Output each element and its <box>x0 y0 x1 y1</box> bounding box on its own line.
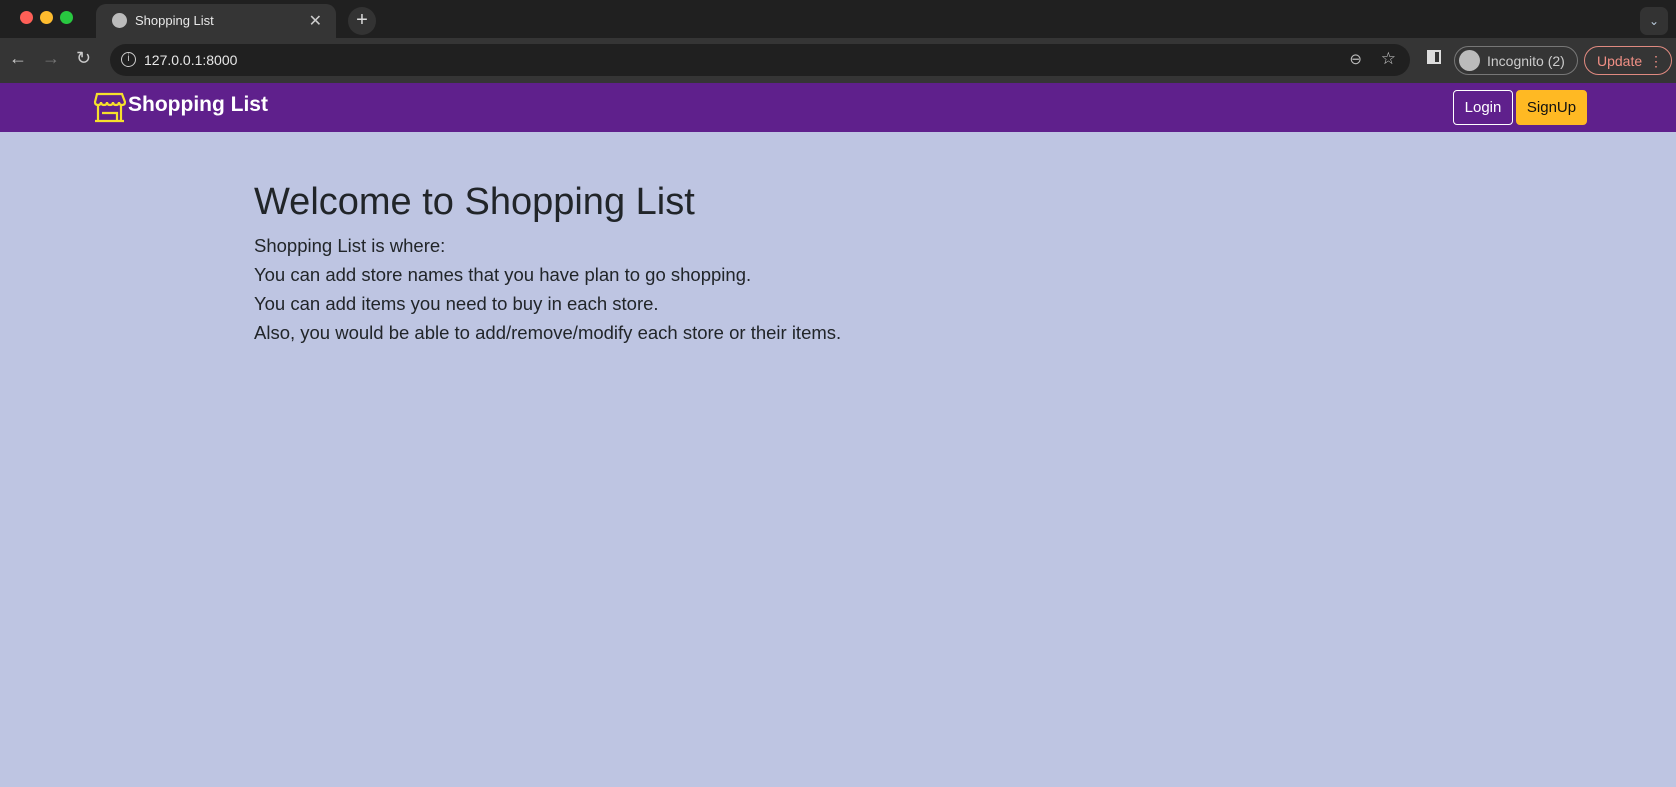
update-label: Update <box>1597 53 1643 69</box>
kebab-menu-icon: ⋮ <box>1649 53 1663 69</box>
address-bar[interactable]: i 127.0.0.1:8000 ⊖ ☆ <box>110 44 1410 76</box>
close-window-button[interactable] <box>20 11 33 24</box>
close-tab-icon[interactable]: ✕ <box>309 11 322 31</box>
url-text: 127.0.0.1:8000 <box>144 52 238 68</box>
back-icon[interactable]: ← <box>9 48 27 69</box>
browser-toolbar: ← → ↻ i 127.0.0.1:8000 ⊖ ☆ <box>0 38 1676 83</box>
bookmark-star-icon[interactable]: ☆ <box>1381 49 1396 69</box>
incognito-icon <box>1459 50 1480 71</box>
signup-button[interactable]: SignUp <box>1516 90 1587 125</box>
page-title: Welcome to Shopping List <box>254 181 695 223</box>
intro-line: Shopping List is where: <box>254 235 446 256</box>
intro-line: You can add store names that you have pl… <box>254 264 752 285</box>
maximize-window-button[interactable] <box>60 11 73 24</box>
tab-bar: Shopping List ✕ + ⌄ <box>0 0 1676 38</box>
site-navbar: Shopping List Login SignUp <box>0 83 1676 132</box>
minimize-window-button[interactable] <box>40 11 53 24</box>
intro-line: You can add items you need to buy in eac… <box>254 293 659 314</box>
intro-line: Also, you would be able to add/remove/mo… <box>254 322 842 343</box>
profile-label: Incognito (2) <box>1487 53 1565 69</box>
browser-tab[interactable]: Shopping List ✕ <box>96 4 336 38</box>
tab-search-button[interactable]: ⌄ <box>1640 7 1668 35</box>
welcome-section: Welcome to Shopping List Shopping List i… <box>254 178 841 347</box>
update-button[interactable]: Update ⋮ <box>1584 46 1672 75</box>
zoom-icon[interactable]: ⊖ <box>1349 50 1362 68</box>
forward-icon[interactable]: → <box>42 48 60 69</box>
brand-title[interactable]: Shopping List <box>128 93 268 117</box>
reload-icon[interactable]: ↻ <box>76 48 91 69</box>
incognito-profile-button[interactable]: Incognito (2) <box>1454 46 1578 75</box>
new-tab-button[interactable]: + <box>348 7 376 35</box>
shop-icon <box>93 92 126 123</box>
side-panel-icon[interactable] <box>1427 50 1441 64</box>
info-icon[interactable]: i <box>121 52 136 67</box>
login-button[interactable]: Login <box>1453 90 1513 125</box>
globe-icon <box>112 13 127 28</box>
tab-title: Shopping List <box>135 13 214 28</box>
